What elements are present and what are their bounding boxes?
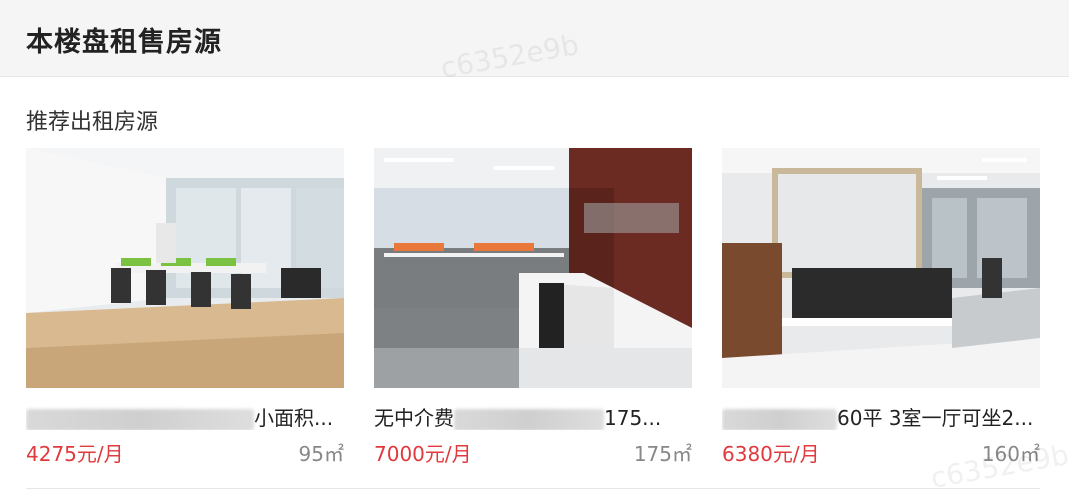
listing-photo[interactable] [26,148,344,388]
blurred-text [26,408,254,430]
listing-area: 175㎡ [633,442,692,466]
listing-card[interactable]: 小面积... 4275元/月 95㎡ [26,148,344,466]
listing-meta: 4275元/月 95㎡ [26,438,344,466]
section-title: 推荐出租房源 [26,110,159,135]
page-title: 本楼盘租售房源 [26,27,222,58]
listing-price: 7000元/月 [374,442,472,466]
listing-meta: 6380元/月 160㎡ [722,438,1040,466]
listing-title[interactable]: 60平 3室一厅可坐2... [722,402,1040,430]
listing-title-text: 60平 3室一厅可坐2... [837,406,1034,430]
listing-title-text: 小面积... [254,406,334,430]
listing-title[interactable]: 无中介费 175... [374,402,692,430]
listing-card[interactable]: 60平 3室一厅可坐2... 6380元/月 160㎡ [722,148,1040,466]
listing-photo[interactable] [722,148,1040,388]
listing-card[interactable]: 无中介费 175... 7000元/月 175㎡ [374,148,692,466]
divider [26,488,1040,489]
listing-photo[interactable] [374,148,692,388]
listing-price: 6380元/月 [722,442,820,466]
listing-title[interactable]: 小面积... [26,402,344,430]
page-header: 本楼盘租售房源 [0,0,1069,77]
listing-title-text-end: 175... [604,406,662,430]
listing-meta: 7000元/月 175㎡ [374,438,692,466]
listing-price: 4275元/月 [26,442,124,466]
listing-title-text: 无中介费 [374,406,454,430]
listing-area: 95㎡ [298,442,344,466]
blurred-text [722,408,837,430]
listing-area: 160㎡ [981,442,1040,466]
blurred-text [454,408,604,430]
